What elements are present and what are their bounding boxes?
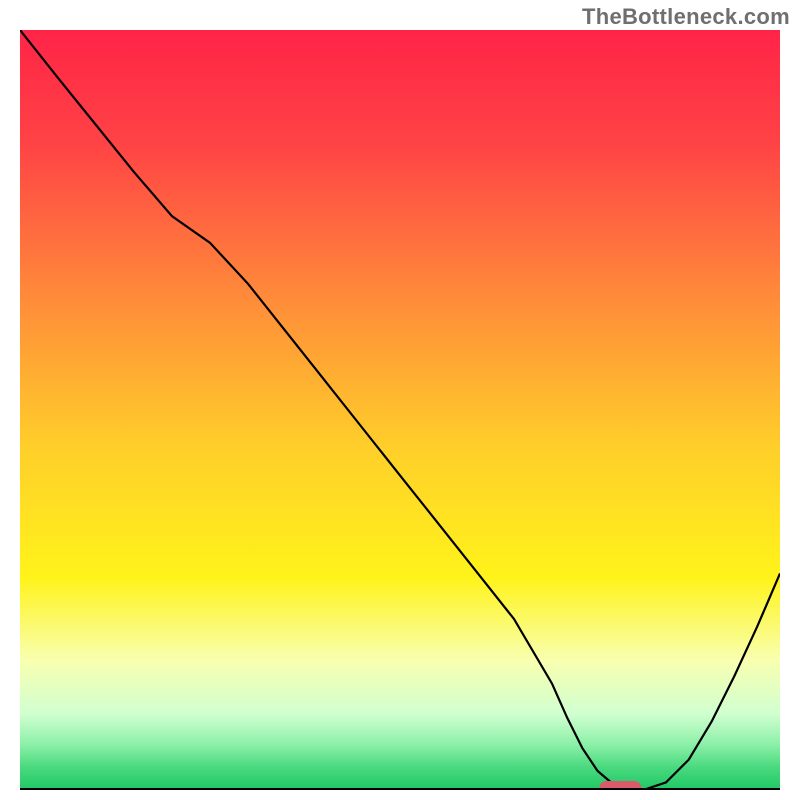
bottleneck-chart [20, 30, 780, 790]
watermark-text: TheBottleneck.com [582, 4, 790, 30]
chart-svg [20, 30, 780, 790]
chart-background [20, 30, 780, 790]
